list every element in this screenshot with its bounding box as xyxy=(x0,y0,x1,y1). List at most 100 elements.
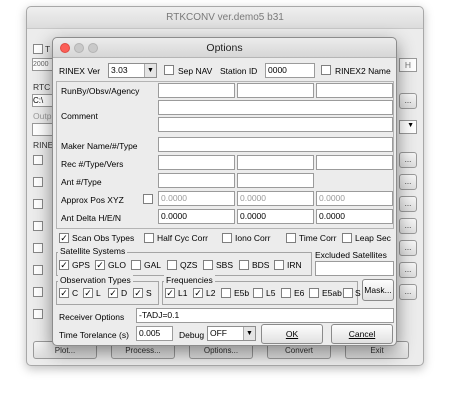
bg-output-label: Outp xyxy=(33,111,52,121)
bg-rinex-label: RINE xyxy=(33,140,54,150)
freq-l2-checkbox[interactable]: ✓ xyxy=(193,288,203,298)
ant-input-2[interactable] xyxy=(237,173,314,188)
options-titlebar: Options xyxy=(53,38,396,58)
bg-format-dropdown[interactable]: ▼ xyxy=(399,120,417,134)
bg-browse-button-4[interactable]: ... xyxy=(399,196,417,212)
ant-input-1[interactable] xyxy=(158,173,235,188)
obs-l-checkbox[interactable]: ✓ xyxy=(83,288,93,298)
obs-s-checkbox[interactable]: ✓ xyxy=(133,288,143,298)
sep-nav-checkbox[interactable] xyxy=(164,65,174,75)
half-cyc-corr-label: Half Cyc Corr xyxy=(157,233,209,243)
cancel-button[interactable]: Cancel xyxy=(331,324,393,344)
bg-output-field[interactable] xyxy=(32,123,54,136)
comment-input-2[interactable] xyxy=(158,117,393,132)
ant-delta-e[interactable]: 0.0000 xyxy=(237,209,314,224)
qzs-checkbox[interactable] xyxy=(167,260,177,270)
bg-time-checkbox[interactable] xyxy=(33,44,43,54)
scan-obs-types-checkbox[interactable]: ✓ xyxy=(59,233,69,243)
freq-l1-label: L1 xyxy=(178,288,188,298)
rinex2-name-label: RINEX2 Name xyxy=(335,66,391,76)
freq-e6-checkbox[interactable] xyxy=(281,288,291,298)
excluded-satellites-input[interactable] xyxy=(315,261,394,276)
rec-input-2[interactable] xyxy=(237,155,314,170)
freq-s-checkbox[interactable] xyxy=(343,288,353,298)
ant-delta-h[interactable]: 0.0000 xyxy=(158,209,235,224)
time-corr-label: Time Corr xyxy=(299,233,337,243)
time-tolerance-input[interactable]: 0.005 xyxy=(136,326,173,341)
time-tolerance-label: Time Torelance (s) xyxy=(59,330,129,340)
obs-c-checkbox[interactable]: ✓ xyxy=(59,288,69,298)
bg-browse-button-5[interactable]: ... xyxy=(399,218,417,234)
bg-date-field[interactable]: 2000 xyxy=(32,58,54,71)
rinex-ver-dropdown[interactable]: 3.03 ▼ xyxy=(108,63,157,78)
runby-input-2[interactable] xyxy=(237,83,314,98)
freq-e5b-label: E5b xyxy=(234,288,250,298)
debug-dropdown[interactable]: OFF ▼ xyxy=(207,326,256,341)
time-corr-checkbox[interactable] xyxy=(286,233,296,243)
leap-sec-label: Leap Sec xyxy=(355,233,391,243)
rec-input-1[interactable] xyxy=(158,155,235,170)
freq-s-label: S xyxy=(355,288,361,298)
bg-file-check-2[interactable] xyxy=(33,177,43,187)
bg-file-check-8[interactable] xyxy=(33,309,43,319)
rinex-ver-label: RINEX Ver xyxy=(59,66,101,76)
iono-corr-checkbox[interactable] xyxy=(222,233,232,243)
marker-label: Maker Name/#/Type xyxy=(61,141,138,151)
bg-browse-button-6[interactable]: ... xyxy=(399,240,417,256)
debug-value: OFF xyxy=(210,328,227,338)
freq-e5ab-checkbox[interactable] xyxy=(309,288,319,298)
bg-browse-button-2[interactable]: ... xyxy=(399,152,417,168)
ok-button[interactable]: OK xyxy=(261,324,323,344)
qzs-label: QZS xyxy=(180,260,198,270)
leap-sec-checkbox[interactable] xyxy=(342,233,352,243)
bg-file-check-4[interactable] xyxy=(33,221,43,231)
freq-l2-label: L2 xyxy=(206,288,216,298)
freq-l5-checkbox[interactable] xyxy=(253,288,263,298)
bg-browse-button-1[interactable]: ... xyxy=(399,93,417,109)
freq-l1-checkbox[interactable]: ✓ xyxy=(165,288,175,298)
comment-input-1[interactable] xyxy=(158,100,393,115)
rinex2-name-checkbox[interactable] xyxy=(321,65,331,75)
ant-delta-n[interactable]: 0.0000 xyxy=(316,209,393,224)
bg-file-check-5[interactable] xyxy=(33,243,43,253)
observation-types-title: Observation Types xyxy=(58,275,133,285)
iono-corr-label: Iono Corr xyxy=(235,233,271,243)
bg-file-check-1[interactable] xyxy=(33,155,43,165)
freq-e5b-checkbox[interactable] xyxy=(221,288,231,298)
bg-browse-button-8[interactable]: ... xyxy=(399,284,417,300)
rec-input-3[interactable] xyxy=(316,155,393,170)
approx-pos-checkbox[interactable] xyxy=(143,194,153,204)
freq-l5-label: L5 xyxy=(266,288,276,298)
approx-pos-z[interactable]: 0.0000 xyxy=(316,191,393,206)
irn-checkbox[interactable] xyxy=(274,260,284,270)
runby-input-3[interactable] xyxy=(316,83,393,98)
bg-time-label: T xyxy=(45,44,51,54)
ant-label: Ant #/Type xyxy=(61,177,102,187)
comment-label: Comment xyxy=(61,111,98,121)
bg-file-check-6[interactable] xyxy=(33,265,43,275)
options-dialog-title: Options xyxy=(206,42,243,54)
bg-browse-button-3[interactable]: ... xyxy=(399,174,417,190)
runby-input-1[interactable] xyxy=(158,83,235,98)
bg-file-check-7[interactable] xyxy=(33,287,43,297)
half-cyc-corr-checkbox[interactable] xyxy=(144,233,154,243)
ant-delta-label: Ant Delta H/E/N xyxy=(61,213,121,223)
sbs-checkbox[interactable] xyxy=(203,260,213,270)
station-id-input[interactable]: 0000 xyxy=(265,63,315,78)
marker-name-input[interactable] xyxy=(158,137,393,152)
bg-browse-button-7[interactable]: ... xyxy=(399,262,417,278)
gal-checkbox[interactable] xyxy=(131,260,141,270)
gps-checkbox[interactable]: ✓ xyxy=(59,260,69,270)
bg-h-field[interactable]: H xyxy=(399,58,417,72)
bds-checkbox[interactable] xyxy=(239,260,249,270)
scan-obs-types-label: Scan Obs Types xyxy=(72,233,135,243)
approx-pos-y[interactable]: 0.0000 xyxy=(237,191,314,206)
bg-file-check-3[interactable] xyxy=(33,199,43,209)
approx-pos-x[interactable]: 0.0000 xyxy=(158,191,235,206)
obs-d-checkbox[interactable]: ✓ xyxy=(108,288,118,298)
glo-checkbox[interactable]: ✓ xyxy=(95,260,105,270)
mask-button[interactable]: Mask... xyxy=(362,279,394,301)
bg-input-field[interactable]: C:\ xyxy=(32,94,54,107)
receiver-options-label: Receiver Options xyxy=(59,312,125,322)
receiver-options-input[interactable]: -TADJ=0.1 xyxy=(136,308,394,323)
